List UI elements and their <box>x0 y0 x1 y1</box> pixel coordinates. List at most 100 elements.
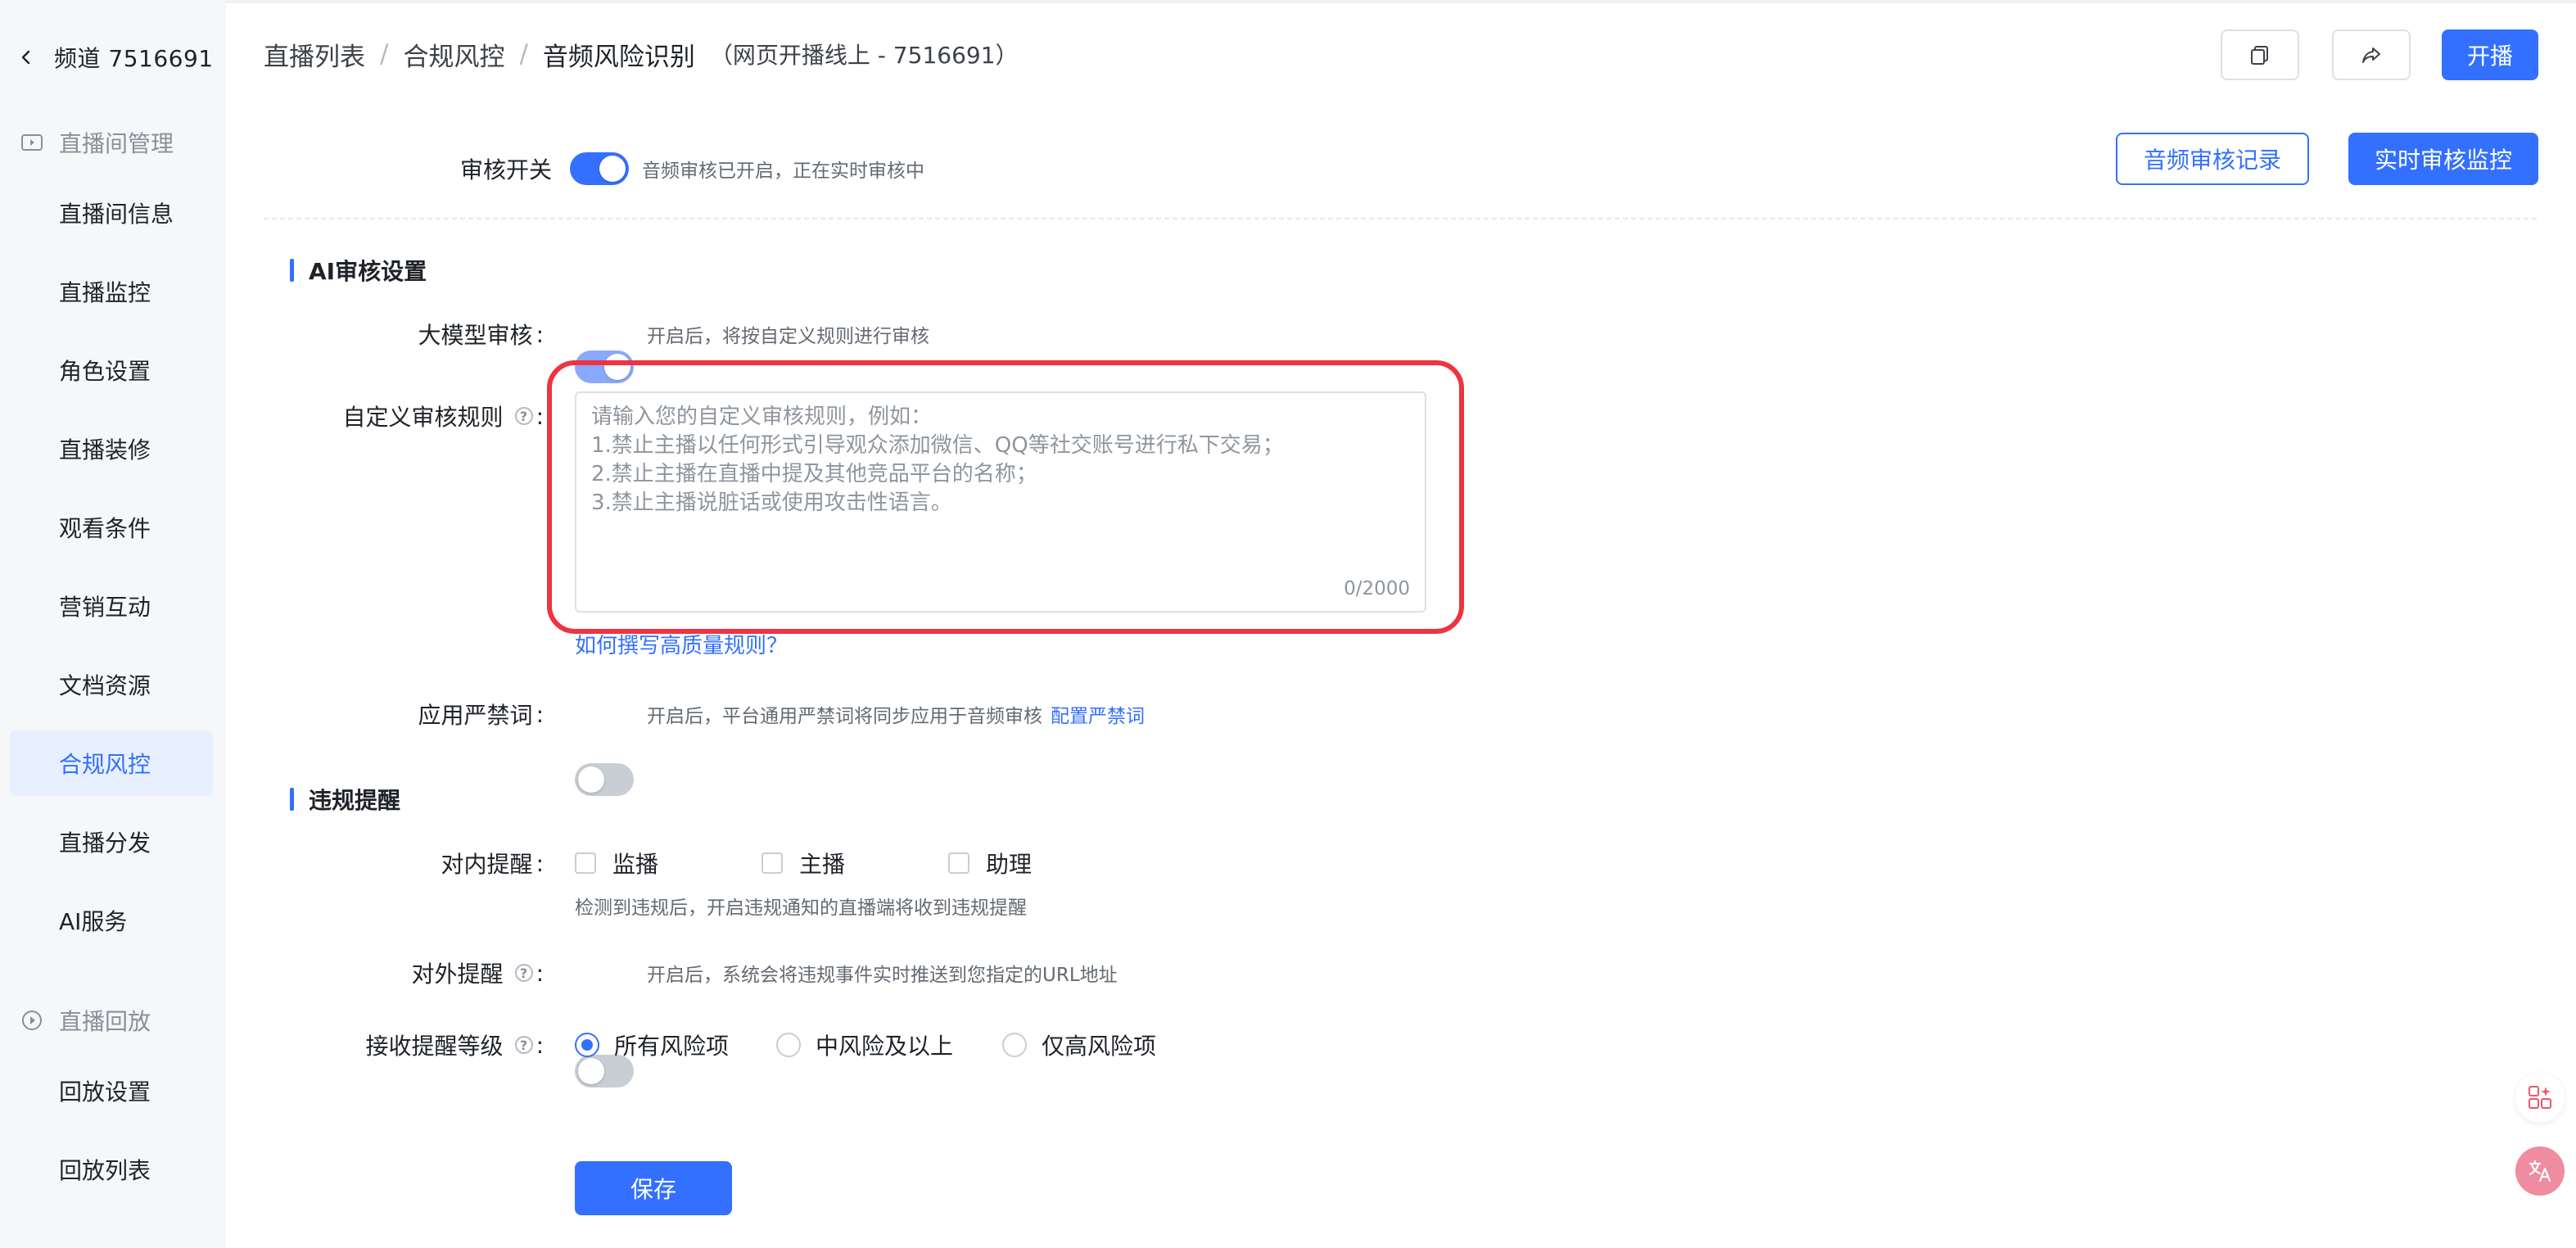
rules-guide-link[interactable]: 如何撰写高质量规则？ <box>575 627 788 660</box>
audit-switch-hint: 音频审核已开启，正在实时审核中 <box>642 161 924 182</box>
sidebar-item-roles[interactable]: 角色设置 <box>10 337 213 403</box>
sidebar-item-ai-service[interactable]: AI服务 <box>10 888 213 953</box>
help-icon[interactable]: ? <box>514 407 533 425</box>
sidebar-item-decoration[interactable]: 直播装修 <box>10 416 213 482</box>
radio-dot <box>776 1033 801 1057</box>
sidebar-item-viewing-conditions[interactable]: 观看条件 <box>10 495 213 560</box>
radio-label: 中风险及以上 <box>816 1033 954 1060</box>
annotation-highlight-box <box>547 360 1464 634</box>
translate-float-button[interactable] <box>2515 1146 2565 1196</box>
radio-dot <box>575 1033 599 1057</box>
llm-audit-hint: 开启后，将按自定义规则进行审核 <box>647 326 929 347</box>
breadcrumb: 直播列表 / 合规风控 / 音频风险识别 （网页开播线上 - 7516691） <box>264 36 1019 72</box>
hint-text: 开启后，平台通用严禁词将同步应用于音频审核 <box>647 706 1042 727</box>
audit-switch-toggle[interactable] <box>570 152 629 185</box>
audio-audit-records-button[interactable]: 音频审核记录 <box>2116 133 2309 185</box>
sidebar-item-label: 合规风控 <box>59 751 151 778</box>
sidebar-group-room-management: 直播间管理 <box>20 123 174 162</box>
internal-alert-hint: 检测到违规后，开启违规通知的直播端将收到违规提醒 <box>575 898 1027 919</box>
breadcrumb-live-list[interactable]: 直播列表 <box>264 36 365 73</box>
checkbox-monitor[interactable]: 监播 <box>575 847 658 879</box>
checkbox-label: 监播 <box>612 851 659 878</box>
top-divider <box>0 0 2576 3</box>
label-colon: : <box>536 402 544 430</box>
sidebar-item-replay-list[interactable]: 回放列表 <box>10 1137 213 1202</box>
page-subtitle: （网页开播线上 - 7516691） <box>709 42 1019 69</box>
share-button[interactable] <box>2332 29 2411 80</box>
section-accent-bar <box>290 259 294 282</box>
sidebar-item-label: 直播装修 <box>59 436 151 463</box>
sidebar-group-label: 直播间管理 <box>59 130 174 157</box>
radio-all-risks[interactable]: 所有风险项 <box>575 1029 729 1061</box>
label-colon: : <box>536 1031 544 1059</box>
back-to-channel-button[interactable]: 频道 7516691 <box>16 39 214 75</box>
breadcrumb-compliance[interactable]: 合规风控 <box>403 36 504 73</box>
checkbox-box <box>575 852 596 874</box>
sidebar-item-label: 文档资源 <box>59 672 151 699</box>
section-title-text: AI审核设置 <box>309 258 427 285</box>
channel-title: 频道 7516691 <box>54 45 214 72</box>
sidebar-item-label: 回放列表 <box>59 1157 151 1184</box>
label-colon: : <box>536 849 544 877</box>
label-text: 对外提醒 <box>411 961 504 988</box>
sidebar-item-replay-settings[interactable]: 回放设置 <box>10 1058 213 1124</box>
start-live-button[interactable]: 开播 <box>2442 29 2538 80</box>
sidebar-group-replay: 直播回放 <box>20 1001 151 1040</box>
internal-alert-label: 对内提醒: <box>328 847 544 879</box>
help-icon[interactable]: ? <box>514 964 533 982</box>
sidebar-item-room-info[interactable]: 直播间信息 <box>10 180 213 246</box>
sidebar-item-label: 直播监控 <box>59 279 151 306</box>
sidebar-item-label: 直播分发 <box>59 830 151 857</box>
sidebar-item-live-monitor[interactable]: 直播监控 <box>10 259 213 324</box>
custom-rules-label: 自定义审核规则?: <box>311 400 544 432</box>
realtime-audit-monitor-button[interactable]: 实时审核监控 <box>2348 133 2538 185</box>
chevron-left-icon <box>21 50 30 65</box>
breadcrumb-separator: / <box>519 39 528 69</box>
sidebar-item-label: 营销互动 <box>59 594 151 621</box>
checkbox-host[interactable]: 主播 <box>762 847 845 879</box>
external-alert-label: 对外提醒?: <box>328 956 544 989</box>
banned-words-label: 应用严禁词: <box>328 698 544 730</box>
sidebar-item-compliance[interactable]: 合规风控 <box>10 730 213 796</box>
section-title-text: 违规提醒 <box>309 787 401 814</box>
apps-float-button[interactable] <box>2515 1073 2565 1122</box>
radio-label: 所有风险项 <box>614 1033 730 1060</box>
sidebar-item-label: AI服务 <box>59 908 128 935</box>
save-button[interactable]: 保存 <box>575 1161 732 1215</box>
sidebar-item-marketing[interactable]: 营销互动 <box>10 573 213 639</box>
sidebar-item-label: 直播间信息 <box>59 201 174 228</box>
copy-icon <box>2251 46 2268 65</box>
label-text: 接收提醒等级 <box>365 1033 504 1060</box>
sidebar-item-distribution[interactable]: 直播分发 <box>10 809 213 875</box>
checkbox-assistant[interactable]: 助理 <box>948 847 1032 879</box>
sidebar: 频道 7516691 直播间管理 直播间信息 直播监控 角色设置 直播装修 观看… <box>0 0 226 1248</box>
section-accent-bar <box>290 788 294 811</box>
radio-medium-and-above[interactable]: 中风险及以上 <box>776 1029 953 1061</box>
checkbox-box <box>762 852 783 874</box>
sidebar-item-label: 观看条件 <box>59 515 151 542</box>
banned-words-toggle[interactable] <box>575 763 634 796</box>
configure-banned-words-link[interactable]: 配置严禁词 <box>1051 700 1145 728</box>
copy-button[interactable] <box>2221 29 2299 80</box>
label-text: 自定义审核规则 <box>342 404 504 431</box>
label-text: 应用严禁词 <box>418 702 533 729</box>
label-text: 大模型审核 <box>418 322 533 349</box>
audit-switch-label: 审核开关 <box>393 152 552 185</box>
toggle-knob <box>578 1058 604 1084</box>
share-icon <box>2362 47 2380 63</box>
llm-audit-label: 大模型审核: <box>328 318 544 350</box>
label-text: 对内提醒 <box>441 851 533 878</box>
banned-words-hint: 开启后，平台通用严禁词将同步应用于音频审核 配置严禁词 <box>647 698 1145 730</box>
help-icon[interactable]: ? <box>514 1036 533 1054</box>
sidebar-item-label: 回放设置 <box>59 1078 151 1106</box>
radio-high-only[interactable]: 仅高风险项 <box>1002 1029 1156 1061</box>
sidebar-item-documents[interactable]: 文档资源 <box>10 652 213 717</box>
translate-icon <box>2529 1160 2551 1182</box>
toggle-knob <box>578 766 604 793</box>
live-room-icon <box>21 134 43 151</box>
checkbox-label: 助理 <box>986 851 1033 878</box>
apps-icon <box>2529 1086 2551 1109</box>
section-divider <box>264 218 2537 219</box>
radio-dot <box>1002 1033 1027 1057</box>
external-alert-hint: 开启后，系统会将违规事件实时推送到您指定的URL地址 <box>647 965 1118 986</box>
